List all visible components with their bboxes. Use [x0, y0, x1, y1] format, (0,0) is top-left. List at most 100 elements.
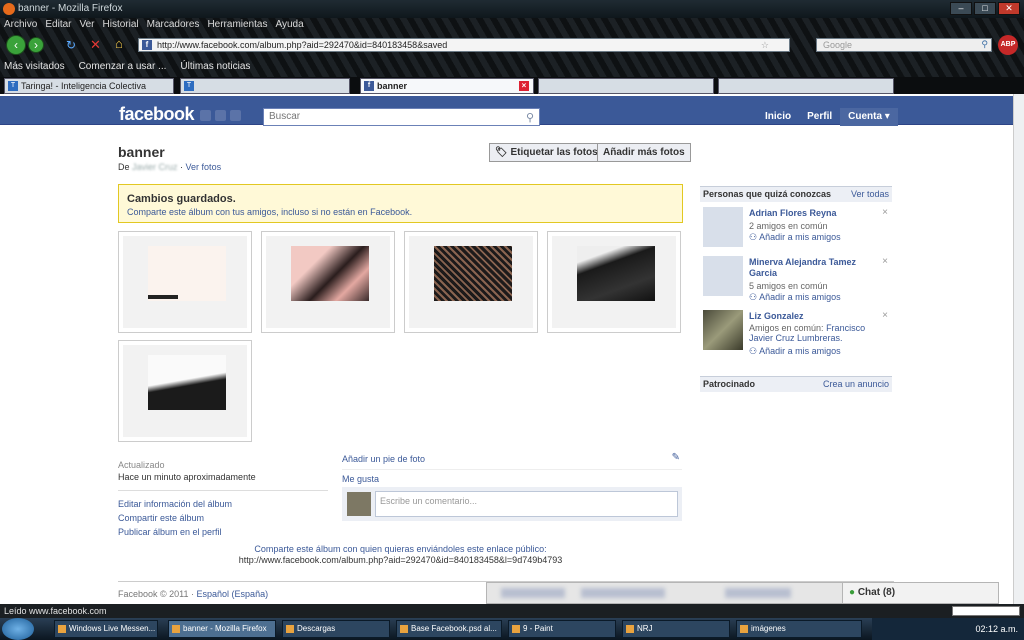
chat-button[interactable]: ● Chat (8)	[842, 583, 998, 603]
nav-inicio[interactable]: Inicio	[757, 108, 799, 126]
page-viewport: facebook Buscar ⚲ Inicio Perfil Cuenta ▾…	[0, 94, 1013, 604]
tab-banner[interactable]: f banner ×	[360, 78, 534, 94]
task-firefox[interactable]: banner - Mozilla Firefox	[168, 620, 276, 638]
home-icon[interactable]: ⌂	[115, 36, 123, 51]
avatar[interactable]	[703, 207, 743, 247]
task-paint[interactable]: 9 - Paint	[508, 620, 616, 638]
mutual-prefix: Amigos en común:	[749, 323, 824, 333]
album-owner[interactable]: Javier Cruz	[132, 162, 178, 172]
photo-thumb[interactable]	[547, 231, 681, 333]
mutual-friends[interactable]: 5 amigos en común	[749, 281, 828, 291]
search-icon[interactable]: ⚲	[981, 38, 988, 50]
menu-ayuda[interactable]: Ayuda	[275, 18, 303, 32]
add-friend-icon: ⚇	[749, 292, 760, 302]
stop-icon[interactable]: ✕	[90, 37, 101, 53]
bookmark-comenzar[interactable]: Comenzar a usar ...	[79, 59, 167, 74]
photo-thumb[interactable]	[261, 231, 395, 333]
search-icon[interactable]: ⚲	[526, 110, 534, 126]
suggestion-item: Adrian Flores Reyna 2 amigos en común ⚇ …	[700, 207, 892, 251]
chat-contact[interactable]	[501, 588, 565, 598]
publish-album-link[interactable]: Publicar álbum en el perfil	[118, 525, 328, 539]
suggestion-name[interactable]: Adrian Flores Reyna	[749, 208, 837, 219]
status-search-box[interactable]	[952, 606, 1020, 616]
url-bar[interactable]: f http://www.facebook.com/album.php?aid=…	[138, 38, 790, 52]
language-link[interactable]: Español (España)	[197, 589, 269, 599]
messages-icon[interactable]	[215, 110, 226, 121]
comment-input[interactable]: Escribe un comentario...	[375, 491, 678, 517]
view-photos-link[interactable]: Ver fotos	[186, 162, 222, 172]
friend-requests-icon[interactable]	[200, 110, 211, 121]
vertical-scrollbar[interactable]	[1013, 94, 1024, 604]
tab-other[interactable]	[718, 78, 894, 94]
back-button[interactable]: ‹	[6, 35, 26, 55]
url-text: http://www.facebook.com/album.php?aid=29…	[157, 40, 448, 50]
edit-pencil-icon[interactable]: ✎	[672, 452, 680, 463]
add-caption-link[interactable]: Añadir un pie de foto	[342, 452, 682, 466]
add-friend-link[interactable]: ⚇ Añadir a mis amigos	[749, 292, 841, 303]
nav-cuenta[interactable]: Cuenta ▾	[840, 108, 898, 126]
like-link[interactable]: Me gusta	[342, 472, 682, 486]
menu-herramientas[interactable]: Herramientas	[207, 18, 267, 32]
tab-youtube[interactable]	[538, 78, 714, 94]
suggestion-name[interactable]: Liz Gonzalez	[749, 311, 804, 322]
bookmark-mas-visitados[interactable]: Más visitados	[4, 59, 65, 74]
add-friend-link[interactable]: ⚇ Añadir a mis amigos	[749, 346, 841, 357]
share-section: Comparte este álbum con quien quieras en…	[118, 544, 683, 566]
dismiss-icon[interactable]: ×	[882, 256, 888, 267]
task-descargas[interactable]: Descargas	[282, 620, 390, 638]
menu-archivo[interactable]: Archivo	[4, 18, 37, 32]
bookmark-star-icon[interactable]: ☆	[761, 39, 769, 51]
saved-notice: Cambios guardados. Comparte este álbum c…	[118, 184, 683, 223]
edit-album-link[interactable]: Editar información del álbum	[118, 497, 328, 511]
reload-icon[interactable]: ↻	[66, 38, 76, 52]
see-all-link[interactable]: Ver todas	[851, 187, 889, 202]
menu-ver[interactable]: Ver	[79, 18, 94, 32]
footer-copyright: Facebook © 2011 ·	[118, 589, 195, 599]
facebook-search-input[interactable]: Buscar ⚲	[263, 108, 540, 126]
search-input[interactable]: Google ⚲	[816, 38, 992, 52]
photo-thumb[interactable]	[118, 340, 252, 442]
notice-title: Cambios guardados.	[127, 193, 236, 205]
menu-marcadores[interactable]: Marcadores	[147, 18, 200, 32]
close-window-button[interactable]: ✕	[998, 2, 1020, 15]
photo-thumb[interactable]	[118, 231, 252, 333]
close-tab-icon[interactable]: ×	[519, 81, 529, 91]
suggestion-item: Liz Gonzalez Amigos en común: Francisco …	[700, 310, 892, 356]
forward-button[interactable]: ›	[28, 37, 44, 53]
mutual-friends[interactable]: 2 amigos en común	[749, 221, 828, 231]
menu-historial[interactable]: Historial	[103, 18, 139, 32]
add-friend-link[interactable]: ⚇ Añadir a mis amigos	[749, 232, 841, 243]
bookmark-ultimas-noticias[interactable]: Últimas noticias	[180, 59, 250, 74]
chat-contact[interactable]	[581, 588, 665, 598]
sponsored-label: Patrocinado	[703, 379, 756, 389]
start-button[interactable]	[2, 618, 34, 640]
menu-editar[interactable]: Editar	[45, 18, 71, 32]
task-nrj[interactable]: NRJ	[622, 620, 730, 638]
task-photoshop[interactable]: Base Facebook.psd al...	[396, 620, 502, 638]
avatar[interactable]	[703, 256, 743, 296]
clock[interactable]: 02:12 a.m.	[975, 624, 1018, 634]
add-photos-button[interactable]: Añadir más fotos	[597, 143, 691, 162]
firefox-icon	[3, 3, 15, 15]
minimize-button[interactable]: –	[950, 2, 972, 15]
notifications-icon[interactable]	[230, 110, 241, 121]
task-messenger[interactable]: Windows Live Messen...	[54, 620, 158, 638]
nav-perfil[interactable]: Perfil	[799, 108, 840, 126]
photo-thumb[interactable]	[404, 231, 538, 333]
tab-blank-1[interactable]: T	[180, 78, 350, 94]
suggestion-name[interactable]: Minerva Alejandra Tamez Garcia	[749, 257, 884, 279]
task-imagenes[interactable]: imágenes	[736, 620, 862, 638]
adblock-icon[interactable]: ABP	[998, 35, 1018, 55]
share-url[interactable]: http://www.facebook.com/album.php?aid=29…	[118, 555, 683, 566]
tab-taringa[interactable]: T Taringa! - Inteligencia Colectiva	[4, 78, 174, 94]
chat-contact[interactable]	[725, 588, 791, 598]
tag-photos-button[interactable]: 🏷 Etiquetar las fotos	[489, 143, 604, 162]
facebook-nav: Inicio Perfil Cuenta ▾	[757, 108, 898, 126]
create-ad-link[interactable]: Crea un anuncio	[823, 377, 889, 392]
share-album-link[interactable]: Compartir este álbum	[118, 511, 328, 525]
maximize-button[interactable]: □	[974, 2, 996, 15]
dismiss-icon[interactable]: ×	[882, 310, 888, 321]
dismiss-icon[interactable]: ×	[882, 207, 888, 218]
facebook-logo[interactable]: facebook	[119, 104, 195, 125]
avatar[interactable]	[703, 310, 743, 350]
